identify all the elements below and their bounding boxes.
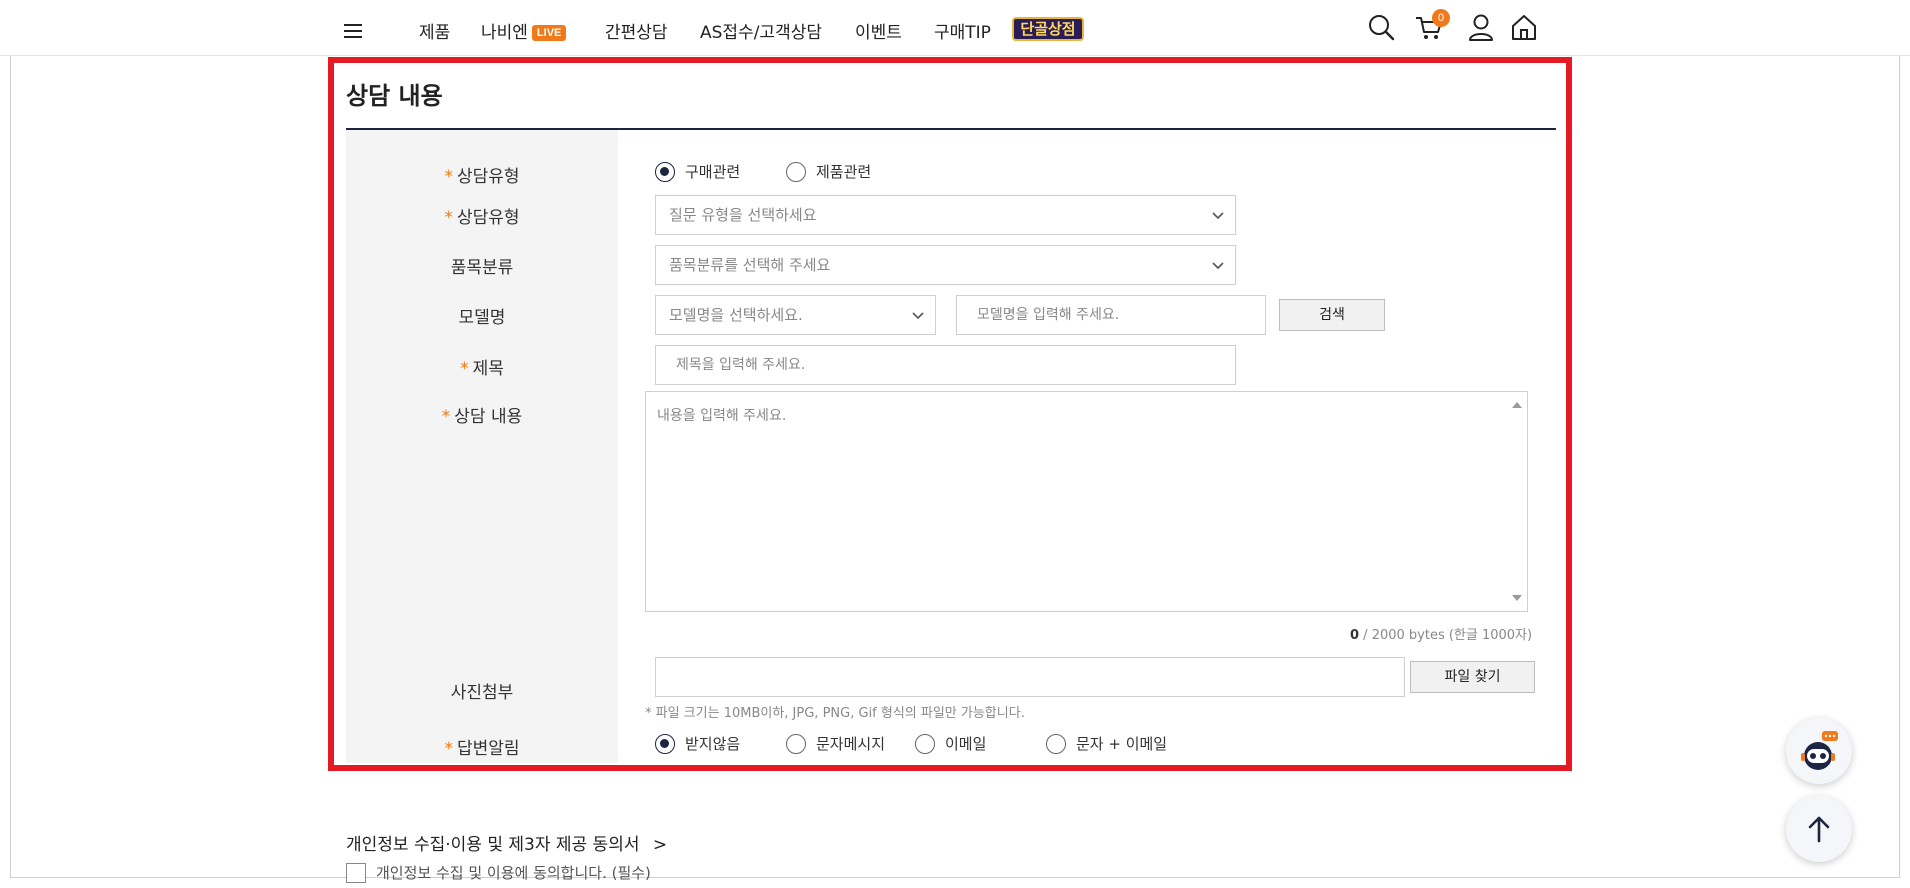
radio-button[interactable] — [1046, 733, 1066, 754]
model-input[interactable]: 모델명을 입력해 주세요. — [956, 295, 1266, 335]
user-icon[interactable] — [1464, 10, 1498, 44]
question-type-label-text: 상담유형 — [456, 208, 520, 228]
nav-item-as-service[interactable]: AS접수/고객상담 — [700, 18, 822, 43]
question-type-select[interactable]: 질문 유형을 선택하세요 — [655, 195, 1236, 235]
live-badge: LIVE — [531, 25, 567, 41]
required-mark: * — [444, 208, 453, 228]
scroll-down-arrow[interactable] — [1512, 595, 1522, 601]
radio-button-checked[interactable] — [655, 161, 675, 182]
radio-no-notify[interactable]: 받지않음 — [655, 733, 740, 754]
privacy-consent-link[interactable]: 개인정보 수집·이용 및 제3자 제공 동의서 > — [346, 830, 667, 855]
scroll-top-button[interactable] — [1786, 796, 1852, 862]
model-label: 모델명 — [458, 308, 506, 328]
required-mark: * — [460, 359, 469, 379]
home-icon[interactable] — [1507, 10, 1541, 44]
chatbot-button[interactable] — [1786, 718, 1852, 784]
content-placeholder: 내용을 입력해 주세요. — [657, 408, 787, 424]
model-select-placeholder: 모델명을 선택하세요. — [669, 306, 803, 324]
question-type-placeholder: 질문 유형을 선택하세요 — [669, 206, 817, 224]
radio-email[interactable]: 이메일 — [915, 733, 986, 754]
chevron-down-icon — [1212, 212, 1224, 220]
nav-item-navien-live[interactable]: 나비엔 LIVE — [481, 18, 567, 43]
hamburger-menu-icon[interactable] — [344, 24, 362, 38]
privacy-agree-checkbox-row[interactable]: 개인정보 수집 및 이용에 동의합니다. (필수) — [346, 862, 651, 883]
radio-button-checked[interactable] — [655, 733, 675, 754]
byte-count-value: 0 — [1350, 628, 1360, 643]
file-note: * 파일 크기는 10MB이하, JPG, PNG, Gif 형식의 파일만 가… — [645, 706, 1025, 721]
store-badge[interactable]: 단골상점 — [1012, 17, 1084, 41]
byte-counter: 0 / 2000 bytes (한글 1000자) — [1350, 624, 1532, 643]
privacy-consent-title: 개인정보 수집·이용 및 제3자 제공 동의서 — [346, 835, 640, 855]
radio-purchase[interactable]: 구매관련 — [655, 161, 740, 182]
subject-label-text: 제목 — [472, 359, 504, 379]
radio-sms-label: 문자메시지 — [816, 735, 886, 753]
radio-sms[interactable]: 문자메시지 — [786, 733, 885, 754]
file-find-button[interactable]: 파일 찾기 — [1410, 661, 1535, 693]
content-textarea[interactable]: 내용을 입력해 주세요. — [645, 391, 1528, 612]
radio-button[interactable] — [915, 733, 935, 754]
search-button[interactable]: 검색 — [1279, 299, 1385, 331]
nav-item-buy-tip[interactable]: 구매TIP — [934, 18, 991, 43]
radio-sms-email-label: 문자 + 이메일 — [1076, 735, 1168, 753]
chatbot-robot-icon — [1801, 731, 1838, 770]
chevron-right-icon: > — [652, 835, 668, 855]
cart-count-badge: 0 — [1432, 9, 1450, 27]
subject-label: * 제목 — [346, 354, 618, 379]
required-mark: * — [444, 167, 453, 187]
byte-count-text: / 2000 bytes (한글 1000자) — [1359, 628, 1533, 643]
consult-type-label: * 상담유형 — [346, 162, 618, 187]
required-mark: * — [444, 739, 453, 759]
reply-label-text: 답변알림 — [456, 739, 520, 759]
file-path-input[interactable] — [655, 657, 1405, 697]
radio-button[interactable] — [786, 161, 806, 182]
privacy-agree-checkbox[interactable] — [346, 862, 366, 883]
top-navigation: 제품 나비엔 LIVE 간편상담 AS접수/고객상담 이벤트 구매TIP 단골상점… — [0, 0, 1910, 56]
nav-item-quick-consult[interactable]: 간편상담 — [605, 18, 668, 43]
chevron-down-icon — [912, 312, 924, 320]
model-input-placeholder: 모델명을 입력해 주세요. — [977, 307, 1120, 323]
section-title: 상담 내용 — [346, 82, 443, 110]
photo-label: 사진첨부 — [450, 683, 514, 703]
radio-purchase-label: 구매관련 — [685, 163, 741, 181]
arrow-up-icon — [1808, 816, 1830, 843]
reply-label: * 답변알림 — [346, 734, 618, 759]
radio-sms-email[interactable]: 문자 + 이메일 — [1046, 733, 1167, 754]
category-select[interactable]: 품목분류를 선택해 주세요 — [655, 245, 1236, 285]
nav-item-products[interactable]: 제품 — [419, 18, 450, 43]
radio-product-label: 제품관련 — [816, 163, 872, 181]
radio-no-notify-label: 받지않음 — [685, 735, 741, 753]
subject-placeholder: 제목을 입력해 주세요. — [676, 357, 806, 373]
subject-input[interactable]: 제목을 입력해 주세요. — [655, 345, 1236, 385]
privacy-agree-text: 개인정보 수집 및 이용에 동의합니다. (필수) — [376, 864, 651, 882]
content-label: * 상담 내용 — [346, 402, 618, 427]
required-mark: * — [441, 407, 451, 427]
category-label: 품목분류 — [450, 258, 514, 278]
nav-item-event[interactable]: 이벤트 — [855, 18, 902, 43]
radio-product[interactable]: 제품관련 — [786, 161, 871, 182]
model-select[interactable]: 모델명을 선택하세요. — [655, 295, 936, 335]
nav-item-navien-label: 나비엔 — [481, 23, 528, 43]
search-icon[interactable] — [1364, 10, 1398, 44]
consult-type-label-text: 상담유형 — [456, 167, 520, 187]
chevron-down-icon — [1212, 262, 1224, 270]
radio-button[interactable] — [786, 733, 806, 754]
content-label-text: 상담 내용 — [454, 407, 523, 427]
question-type-label: * 상담유형 — [346, 203, 618, 228]
category-placeholder: 품목분류를 선택해 주세요 — [669, 256, 831, 274]
scroll-up-arrow[interactable] — [1512, 402, 1522, 408]
radio-email-label: 이메일 — [945, 735, 987, 753]
